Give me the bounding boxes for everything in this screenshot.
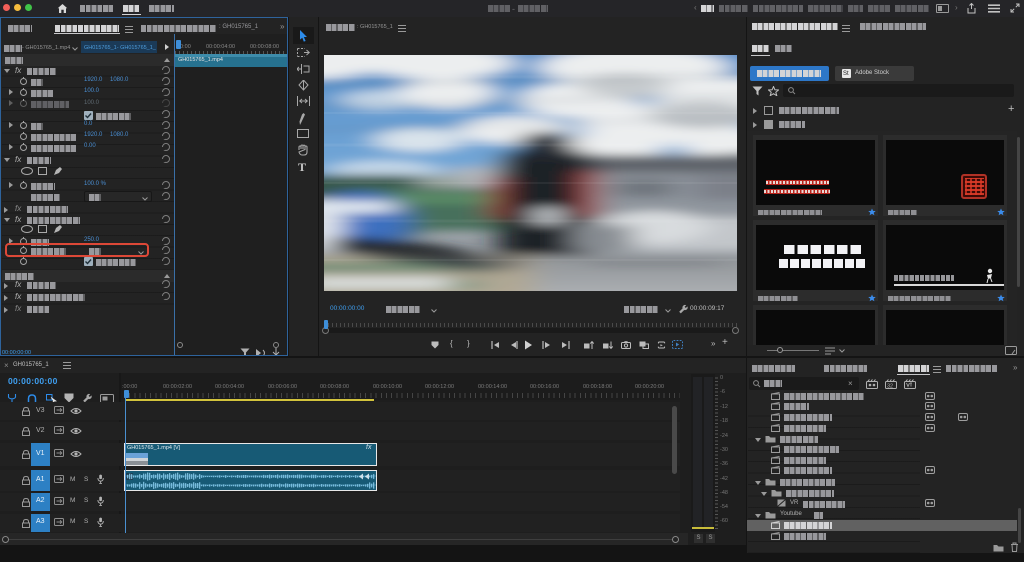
svg-text:32: 32 [887, 384, 893, 390]
